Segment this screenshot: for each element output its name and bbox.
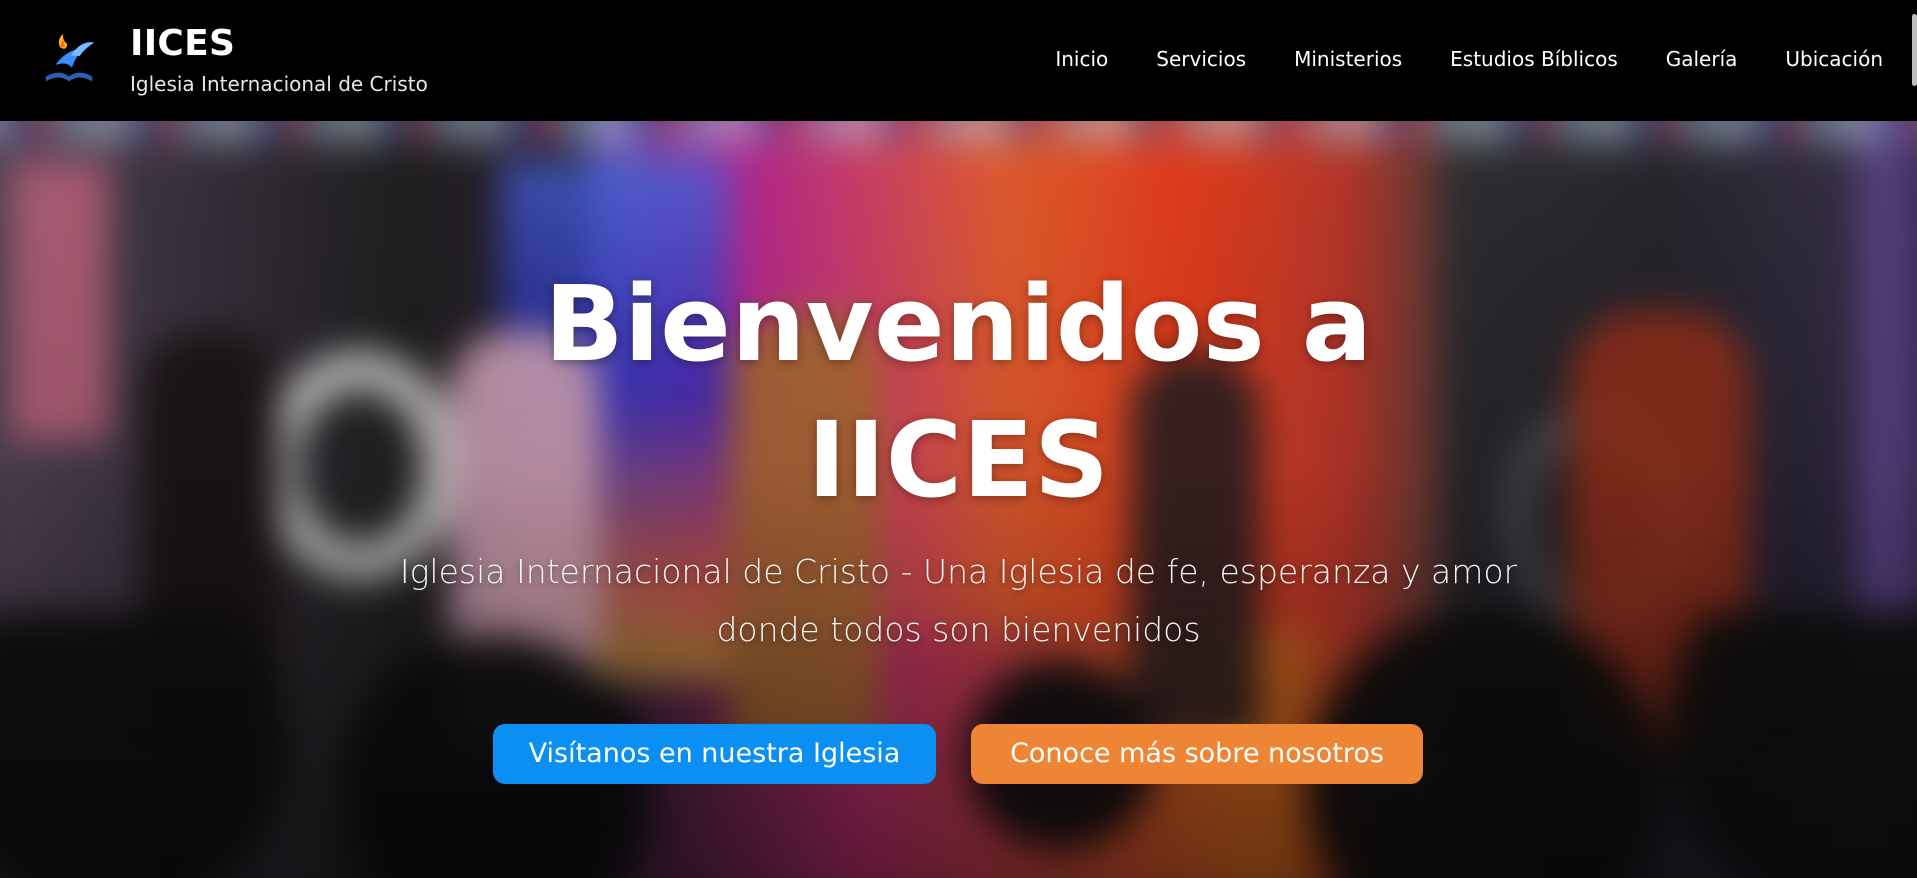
scrollbar-thumb[interactable] <box>1912 14 1917 86</box>
nav-ministerios[interactable]: Ministerios <box>1294 45 1402 73</box>
site-header: IICES Iglesia Internacional de Cristo In… <box>0 0 1917 121</box>
brand[interactable]: IICES Iglesia Internacional de Cristo <box>38 24 428 98</box>
hero-title-line1: Bienvenidos a <box>544 263 1373 385</box>
nav-ubicacion[interactable]: Ubicación <box>1785 45 1883 73</box>
brand-subtitle: Iglesia Internacional de Cristo <box>130 72 428 96</box>
nav-estudios-biblicos[interactable]: Estudios Bíblicos <box>1450 45 1618 73</box>
brand-title: IICES <box>130 23 236 64</box>
dove-flame-bible-icon <box>45 33 95 82</box>
hero-title-line2: IICES <box>807 399 1110 521</box>
nav-inicio[interactable]: Inicio <box>1055 45 1108 73</box>
visit-church-button[interactable]: Visítanos en nuestra Iglesia <box>493 724 936 784</box>
brand-text: IICES Iglesia Internacional de Cristo <box>130 24 428 98</box>
hero-title: Bienvenidos a IICES <box>0 256 1917 528</box>
learn-more-button[interactable]: Conoce más sobre nosotros <box>971 724 1423 784</box>
hero-subtitle: Iglesia Internacional de Cristo - Una Ig… <box>399 552 1518 649</box>
hero-section: Bienvenidos a IICES Iglesia Internaciona… <box>0 121 1917 878</box>
nav-galeria[interactable]: Galería <box>1666 45 1738 73</box>
nav-servicios[interactable]: Servicios <box>1156 45 1246 73</box>
main-navigation: Inicio Servicios Ministerios Estudios Bí… <box>1007 45 1883 73</box>
